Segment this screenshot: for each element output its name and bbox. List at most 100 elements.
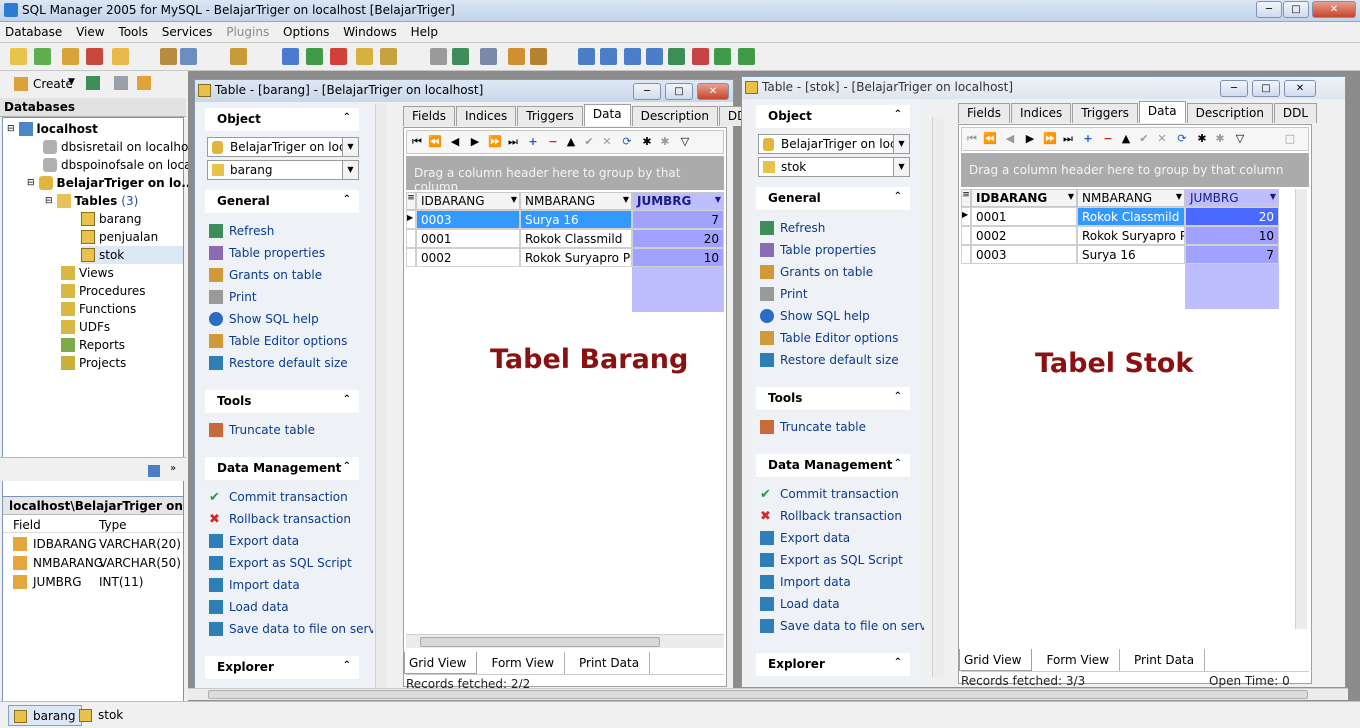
register-db-icon[interactable] xyxy=(34,48,51,65)
chevron-down-icon[interactable]: ▼ xyxy=(342,161,358,179)
collapse-icon[interactable]: ⌃ xyxy=(894,458,902,469)
delete-record-icon[interactable]: − xyxy=(545,134,561,150)
refresh-tree-icon[interactable] xyxy=(86,76,100,90)
edit-record-icon[interactable]: ▲ xyxy=(1118,131,1134,147)
prior-record-icon[interactable]: ◀ xyxy=(1002,131,1018,147)
tab-grid-view[interactable]: Grid View xyxy=(959,649,1033,671)
menu-services[interactable]: Services xyxy=(157,22,218,39)
create-icon[interactable] xyxy=(14,77,28,91)
explorer-section-header[interactable]: Explorer ⌃ xyxy=(205,656,359,680)
cancel-edit-icon[interactable]: ✕ xyxy=(1154,131,1170,147)
field-row[interactable]: IDBARANG VARCHAR(20) xyxy=(3,535,183,553)
export-icon[interactable] xyxy=(306,48,323,65)
grid-icon[interactable] xyxy=(480,48,497,65)
prior-page-icon[interactable]: ⏪ xyxy=(982,131,998,147)
db-props-icon[interactable] xyxy=(112,48,129,65)
tab-triggers[interactable]: Triggers xyxy=(1072,103,1138,123)
grant-icon[interactable] xyxy=(530,48,547,65)
tree-item-procedures[interactable]: Procedures xyxy=(61,282,146,300)
goto-bookmark-icon[interactable]: ✱ xyxy=(1212,131,1228,147)
grid-cell[interactable]: 10 xyxy=(632,248,724,267)
post-edit-icon[interactable]: ✔ xyxy=(581,134,597,150)
tree-item-udfs[interactable]: UDFs xyxy=(61,318,110,336)
grid-cell[interactable]: 7 xyxy=(1185,245,1279,264)
tree-item-functions[interactable]: Functions xyxy=(61,300,136,318)
maximize-icon[interactable]: □ xyxy=(1283,1,1309,18)
collapse-icon[interactable]: ⌃ xyxy=(343,194,351,205)
truncate-table-link[interactable]: Truncate table xyxy=(209,421,315,439)
new-db-icon[interactable] xyxy=(10,48,27,65)
show-sql-help-link[interactable]: Show SQL help xyxy=(760,307,870,325)
users-icon[interactable] xyxy=(508,48,525,65)
save-data-to-server-link[interactable]: Save data to file on server xyxy=(760,617,924,635)
tools-section-header[interactable]: Tools ⌃ xyxy=(756,387,910,411)
expand-icon[interactable]: ⊟ xyxy=(45,196,53,206)
pin-icon[interactable] xyxy=(137,76,151,90)
menu-plugins[interactable]: Plugins xyxy=(221,22,274,39)
tab-fields[interactable]: Fields xyxy=(958,103,1010,123)
minimize-icon[interactable]: ─ xyxy=(1256,1,1282,18)
collapse-icon[interactable]: ⌃ xyxy=(894,109,902,120)
field-row[interactable]: NMBARANG VARCHAR(50) xyxy=(3,554,183,572)
column-header-idbarang[interactable]: IDBARANG ▼ xyxy=(971,189,1077,207)
refresh-link[interactable]: Refresh xyxy=(209,222,274,240)
grants-on-table-link[interactable]: Grants on table xyxy=(760,263,873,281)
connect-icon[interactable] xyxy=(62,48,79,65)
grid-cell[interactable]: 0002 xyxy=(416,248,520,267)
load-data-link[interactable]: Load data xyxy=(209,598,289,616)
field-row[interactable]: JUMBRG INT(11) xyxy=(3,573,183,591)
tools-section-header[interactable]: Tools ⌃ xyxy=(205,390,359,414)
database-select[interactable]: BelajarTriger on localhc ▼ xyxy=(207,137,359,157)
filter-icon[interactable]: ▽ xyxy=(1232,131,1248,147)
nav-scrollbar[interactable] xyxy=(375,104,387,688)
data-management-section-header[interactable]: Data Management ⌃ xyxy=(205,457,359,481)
tile-vertical-icon[interactable] xyxy=(646,48,663,65)
table-properties-link[interactable]: Table properties xyxy=(209,244,325,262)
minimize-icon[interactable]: ─ xyxy=(1220,80,1248,97)
show-sql-help-link[interactable]: Show SQL help xyxy=(209,310,319,328)
tab-indices[interactable]: Indices xyxy=(1010,103,1072,123)
tab-fields[interactable]: Fields xyxy=(403,106,455,126)
chevron-down-icon[interactable]: ▼ xyxy=(893,158,909,176)
collapse-icon[interactable]: ⌃ xyxy=(343,394,351,405)
menu-options[interactable]: Options xyxy=(278,22,334,39)
commit-transaction-link[interactable]: ✔ Commit transaction xyxy=(760,485,899,503)
column-header-nmbarang[interactable]: NMBARANG ▼ xyxy=(1077,189,1185,207)
tab-print-data[interactable]: Print Data xyxy=(565,652,651,674)
column-header-idbarang[interactable]: IDBARANG ▼ xyxy=(416,192,520,210)
post-edit-icon[interactable]: ✔ xyxy=(1136,131,1152,147)
scroll-thumb[interactable] xyxy=(208,690,1308,699)
last-record-icon[interactable]: ⏭ xyxy=(1060,131,1076,147)
grid-vscroll[interactable] xyxy=(1295,189,1307,629)
grid-cell[interactable]: 20 xyxy=(1185,207,1279,226)
table-select[interactable]: stok ▼ xyxy=(758,157,910,177)
save-data-to-server-link[interactable]: Save data to file on server xyxy=(209,620,373,638)
goto-bookmark-icon[interactable]: ✱ xyxy=(657,134,673,150)
splitter[interactable]: » xyxy=(0,457,186,481)
tree-item-reports[interactable]: Reports xyxy=(61,336,125,354)
object-section-header[interactable]: Object ⌃ xyxy=(205,108,359,132)
edit-record-icon[interactable]: ▲ xyxy=(563,134,579,150)
print-link[interactable]: Print xyxy=(760,285,808,303)
collapse-icon[interactable]: ⌃ xyxy=(894,657,902,668)
grid-cell[interactable]: 10 xyxy=(1185,226,1279,245)
tab-print-data[interactable]: Print Data xyxy=(1120,649,1206,671)
tree-item-projects[interactable]: Projects xyxy=(61,354,126,372)
grid-hscroll[interactable] xyxy=(406,634,724,648)
restore-default-size-link[interactable]: Restore default size xyxy=(760,351,899,369)
database-select[interactable]: BelajarTriger on localhc ▼ xyxy=(758,134,910,154)
close-icon[interactable]: ✕ xyxy=(697,83,729,100)
copy-db-icon[interactable] xyxy=(356,48,373,65)
tab-form-view[interactable]: Form View xyxy=(477,652,566,674)
tree-item-dbsisretail[interactable]: dbsisretail on localhost xyxy=(43,138,199,156)
truncate-table-link[interactable]: Truncate table xyxy=(760,418,866,436)
tree-item-barang[interactable]: barang xyxy=(81,210,141,228)
prior-page-icon[interactable]: ⏪ xyxy=(427,134,443,150)
grid-cell[interactable]: Rokok Suryapro Putih xyxy=(520,248,632,267)
refresh-data-icon[interactable]: ⟳ xyxy=(1174,131,1190,147)
tree-item-penjualan[interactable]: penjualan xyxy=(81,228,158,246)
create-button[interactable]: Create xyxy=(33,77,73,91)
chevron-down-icon[interactable]: ▼ xyxy=(1068,192,1074,201)
refresh-tool-icon[interactable] xyxy=(452,48,469,65)
chevron-down-icon[interactable]: ▼ xyxy=(511,195,517,204)
